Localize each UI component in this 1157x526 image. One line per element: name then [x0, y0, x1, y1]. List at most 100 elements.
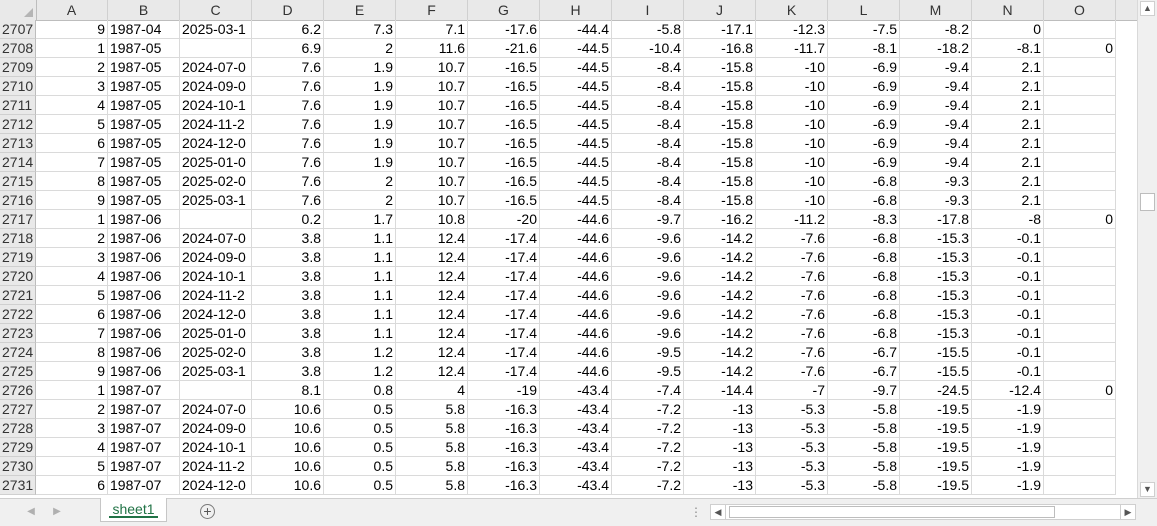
cell-k[interactable]: -10 [756, 96, 828, 115]
cell-d[interactable]: 10.6 [252, 400, 324, 419]
cell-j[interactable]: -15.8 [684, 96, 756, 115]
row-header[interactable]: 2720 [0, 267, 36, 286]
cell-d[interactable]: 3.8 [252, 229, 324, 248]
cell-f[interactable]: 12.4 [396, 343, 468, 362]
column-header-f[interactable]: F [396, 0, 468, 20]
cell-e[interactable]: 7.3 [324, 20, 396, 39]
cell-c[interactable]: 2024-10-1 [180, 267, 252, 286]
cell-i[interactable]: -7.2 [612, 438, 684, 457]
cell-b[interactable]: 1987-06 [108, 286, 180, 305]
row-header[interactable]: 2711 [0, 96, 36, 115]
cell-c[interactable]: 2024-07-0 [180, 58, 252, 77]
cell-a[interactable]: 3 [36, 248, 108, 267]
cell-o[interactable] [1044, 324, 1116, 343]
cell-k[interactable]: -10 [756, 77, 828, 96]
cell-k[interactable]: -5.3 [756, 476, 828, 495]
cell-a[interactable]: 4 [36, 96, 108, 115]
cell-l[interactable]: -6.8 [828, 324, 900, 343]
cell-j[interactable]: -13 [684, 400, 756, 419]
cell-h[interactable]: -44.6 [540, 286, 612, 305]
cell-e[interactable]: 2 [324, 191, 396, 210]
cell-d[interactable]: 3.8 [252, 324, 324, 343]
cell-f[interactable]: 11.6 [396, 39, 468, 58]
cell-e[interactable]: 1.9 [324, 115, 396, 134]
scroll-right-icon[interactable]: ▶ [1120, 505, 1135, 519]
column-header-h[interactable]: H [540, 0, 612, 20]
row-header[interactable]: 2710 [0, 77, 36, 96]
cell-o[interactable]: 0 [1044, 39, 1116, 58]
cell-o[interactable] [1044, 191, 1116, 210]
cell-m[interactable]: -9.4 [900, 115, 972, 134]
cell-j[interactable]: -14.4 [684, 381, 756, 400]
cell-f[interactable]: 5.8 [396, 457, 468, 476]
cell-g[interactable]: -17.4 [468, 248, 540, 267]
cell-m[interactable]: -19.5 [900, 476, 972, 495]
cell-d[interactable]: 0.2 [252, 210, 324, 229]
cell-j[interactable]: -15.8 [684, 134, 756, 153]
cell-f[interactable]: 5.8 [396, 400, 468, 419]
cell-h[interactable]: -43.4 [540, 381, 612, 400]
cell-n[interactable]: 2.1 [972, 77, 1044, 96]
cell-n[interactable]: -12.4 [972, 381, 1044, 400]
row-header[interactable]: 2725 [0, 362, 36, 381]
cell-i[interactable]: -9.6 [612, 305, 684, 324]
cell-b[interactable]: 1987-07 [108, 476, 180, 495]
cell-f[interactable]: 10.7 [396, 191, 468, 210]
cell-f[interactable]: 7.1 [396, 20, 468, 39]
cell-e[interactable]: 0.5 [324, 400, 396, 419]
column-header-a[interactable]: A [36, 0, 108, 20]
cell-d[interactable]: 6.2 [252, 20, 324, 39]
select-all-corner[interactable] [0, 0, 37, 20]
cell-a[interactable]: 8 [36, 343, 108, 362]
cell-f[interactable]: 5.8 [396, 438, 468, 457]
cell-f[interactable]: 5.8 [396, 476, 468, 495]
cell-i[interactable]: -8.4 [612, 172, 684, 191]
cell-m[interactable]: -15.3 [900, 267, 972, 286]
cell-n[interactable]: -0.1 [972, 324, 1044, 343]
cell-m[interactable]: -8.2 [900, 20, 972, 39]
row-header[interactable]: 2730 [0, 457, 36, 476]
row-header[interactable]: 2727 [0, 400, 36, 419]
cell-l[interactable]: -8.1 [828, 39, 900, 58]
cell-n[interactable]: 2.1 [972, 115, 1044, 134]
scroll-left-icon[interactable]: ◀ [711, 505, 726, 519]
cell-g[interactable]: -16.5 [468, 134, 540, 153]
cell-o[interactable] [1044, 229, 1116, 248]
row-header[interactable]: 2716 [0, 191, 36, 210]
cell-f[interactable]: 12.4 [396, 362, 468, 381]
row-header[interactable]: 2712 [0, 115, 36, 134]
cell-h[interactable]: -44.5 [540, 58, 612, 77]
cell-a[interactable]: 1 [36, 39, 108, 58]
cell-l[interactable]: -6.9 [828, 134, 900, 153]
cell-c[interactable]: 2025-02-0 [180, 343, 252, 362]
cell-n[interactable]: 2.1 [972, 134, 1044, 153]
cell-j[interactable]: -14.2 [684, 286, 756, 305]
cell-b[interactable]: 1987-05 [108, 134, 180, 153]
cell-h[interactable]: -43.4 [540, 457, 612, 476]
cell-m[interactable]: -17.8 [900, 210, 972, 229]
cell-a[interactable]: 7 [36, 324, 108, 343]
cell-l[interactable]: -5.8 [828, 400, 900, 419]
cell-k[interactable]: -10 [756, 134, 828, 153]
cell-i[interactable]: -8.4 [612, 77, 684, 96]
cell-h[interactable]: -44.6 [540, 210, 612, 229]
cell-m[interactable]: -19.5 [900, 419, 972, 438]
cell-j[interactable]: -15.8 [684, 153, 756, 172]
cell-l[interactable]: -6.8 [828, 267, 900, 286]
row-header[interactable]: 2722 [0, 305, 36, 324]
cell-k[interactable]: -7 [756, 381, 828, 400]
cell-e[interactable]: 1.9 [324, 134, 396, 153]
add-sheet-icon[interactable]: + [200, 504, 215, 519]
cell-k[interactable]: -5.3 [756, 457, 828, 476]
cell-o[interactable] [1044, 172, 1116, 191]
cell-n[interactable]: 2.1 [972, 191, 1044, 210]
cell-c[interactable] [180, 381, 252, 400]
vertical-scroll-thumb[interactable] [1140, 193, 1155, 211]
cell-l[interactable]: -6.7 [828, 343, 900, 362]
cell-d[interactable]: 7.6 [252, 134, 324, 153]
cell-k[interactable]: -10 [756, 172, 828, 191]
cell-l[interactable]: -5.8 [828, 438, 900, 457]
cell-e[interactable]: 1.1 [324, 324, 396, 343]
column-header-i[interactable]: I [612, 0, 684, 20]
cell-c[interactable]: 2025-01-0 [180, 324, 252, 343]
